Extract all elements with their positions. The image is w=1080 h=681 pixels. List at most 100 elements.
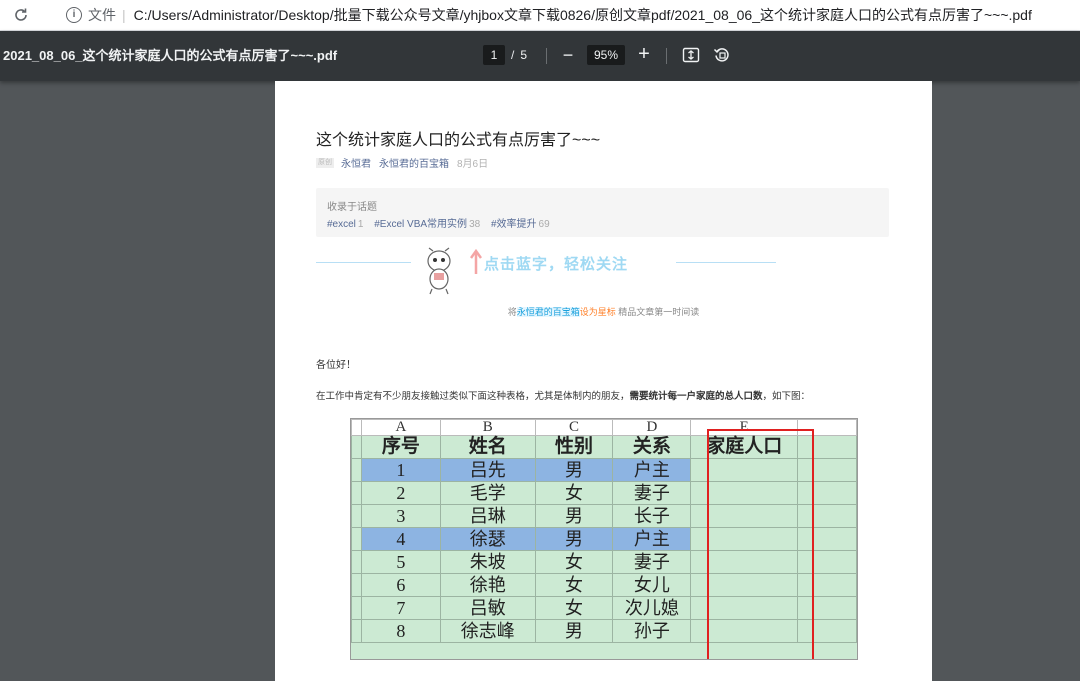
row-gutter: [351, 596, 362, 620]
cell-name: 徐瑟: [439, 527, 536, 551]
author-link[interactable]: 永恒君: [341, 155, 371, 170]
cell-rel: 次儿媳: [612, 596, 692, 620]
cell-rel: 户主: [612, 527, 692, 551]
header-cell: 序号: [360, 435, 441, 459]
column-letter: C: [534, 419, 614, 436]
url-field[interactable]: C:/Users/Administrator/Desktop/批量下载公众号文章…: [134, 5, 1032, 25]
cell-rel: 户主: [612, 458, 692, 482]
topics-box: 收录于话题 #excel 1 #Excel VBA常用实例 38 #效率提升 69: [316, 188, 889, 237]
zoom-out-button[interactable]: −: [558, 44, 578, 66]
mascot-icon: [422, 247, 456, 295]
original-badge: 原创: [316, 157, 334, 168]
topic-count: 38: [469, 219, 481, 230]
publish-date: 8月6日: [457, 159, 489, 170]
article-meta: 原创 永恒君 永恒君的百宝箱 8月6日: [316, 155, 488, 170]
topic-count: 69: [538, 219, 550, 230]
cell-rel: 女儿: [612, 573, 692, 597]
fit-to-page-icon[interactable]: [682, 46, 700, 64]
cell-no: 1: [360, 458, 441, 482]
cell-sex: 男: [534, 504, 614, 528]
para-normal: 在工作中肯定有不少朋友接触过类似下面这种表格，尤其是体制内的朋友，: [316, 392, 630, 402]
info-icon[interactable]: i: [66, 7, 82, 23]
cell-sex: 男: [534, 527, 614, 551]
star-hint: 将永恒君的百宝箱设为星标 精品文章第一时间读: [275, 305, 932, 318]
column-letter: D: [612, 419, 692, 436]
cell-rel: 妻子: [612, 481, 692, 505]
toolbar-divider: [546, 48, 547, 64]
cell-no: 5: [360, 550, 441, 574]
cell-sex: 男: [534, 458, 614, 482]
cell-sex: 女: [534, 550, 614, 574]
row-gutter: [351, 481, 362, 505]
cell-no: 2: [360, 481, 441, 505]
arrow-up-icon: [469, 248, 483, 275]
page-total: 5: [520, 48, 528, 62]
topic-tag[interactable]: #Excel VBA常用实例: [374, 219, 467, 230]
row-gutter: [351, 619, 362, 643]
topic-tag[interactable]: #效率提升: [491, 219, 537, 230]
cell-sex: 男: [534, 619, 614, 643]
account-link[interactable]: 永恒君的百宝箱: [379, 155, 449, 170]
star-account: 永恒君的百宝箱: [516, 307, 580, 317]
cell-rel: 妻子: [612, 550, 692, 574]
cell-name: 毛学: [439, 481, 536, 505]
pdf-toolbar: 2021_08_06_这个统计家庭人口的公式有点厉害了~~~.pdf 1 / 5…: [0, 31, 1080, 81]
cell-name: 吕敏: [439, 596, 536, 620]
header-cell: 姓名: [439, 435, 536, 459]
address-bar: i 文件 | C:/Users/Administrator/Desktop/批量…: [0, 0, 1080, 31]
topics-heading: 收录于话题: [327, 202, 377, 213]
topics-list: #excel 1 #Excel VBA常用实例 38 #效率提升 69: [327, 215, 558, 230]
para-end: ，如下图：: [762, 392, 811, 402]
cell-no: 7: [360, 596, 441, 620]
divider-line: [316, 262, 411, 263]
cell-sex: 女: [534, 596, 614, 620]
corner-cell: [351, 419, 362, 436]
follow-banner: 点击蓝字，轻松关注: [316, 241, 889, 301]
cell-no: 4: [360, 527, 441, 551]
highlight-box: [707, 429, 814, 659]
spreadsheet-image: A B C D E 序号 姓名 性别 关系 家庭人口 1 吕先 男 户主 2 毛…: [350, 418, 858, 660]
star-action: 设为星标: [579, 307, 616, 317]
topic-count: 1: [357, 219, 364, 230]
cell-rel: 长子: [612, 504, 692, 528]
para-bold: 需要统计每一户家庭的总人口数: [629, 392, 763, 402]
cell-sex: 女: [534, 573, 614, 597]
cell-rel: 孙子: [612, 619, 692, 643]
star-prefix: 将: [507, 307, 517, 317]
cell-no: 3: [360, 504, 441, 528]
zoom-level-input[interactable]: 95%: [587, 45, 625, 65]
page-control: 1 / 5: [483, 45, 527, 65]
cell-name: 朱坡: [439, 550, 536, 574]
scheme-separator: |: [122, 7, 126, 23]
cell-name: 徐志峰: [439, 619, 536, 643]
zoom-in-button[interactable]: +: [634, 43, 654, 65]
cell-name: 徐艳: [439, 573, 536, 597]
star-suffix: 精品文章第一时间读: [615, 307, 700, 317]
intro-paragraph: 在工作中肯定有不少朋友接触过类似下面这种表格，尤其是体制内的朋友，需要统计每一户…: [316, 388, 810, 402]
row-gutter: [351, 550, 362, 574]
pdf-title: 2021_08_06_这个统计家庭人口的公式有点厉害了~~~.pdf: [3, 48, 338, 63]
row-gutter: [351, 458, 362, 482]
cell-name: 吕先: [439, 458, 536, 482]
header-cell: 性别: [534, 435, 614, 459]
page-number-input[interactable]: 1: [483, 45, 505, 65]
row-gutter: [351, 504, 362, 528]
topic-tag[interactable]: #excel: [327, 219, 356, 230]
row-gutter: [351, 435, 362, 459]
greeting-text: 各位好！: [316, 360, 356, 371]
column-letter: A: [360, 419, 441, 436]
divider-line: [676, 262, 776, 263]
column-letter: B: [439, 419, 536, 436]
cell-no: 8: [360, 619, 441, 643]
rotate-icon[interactable]: [713, 46, 731, 64]
reload-icon[interactable]: [12, 6, 30, 24]
header-cell: 关系: [612, 435, 692, 459]
page-separator: /: [511, 48, 515, 62]
scheme-label: 文件: [88, 7, 116, 23]
cell-name: 吕琳: [439, 504, 536, 528]
row-gutter: [351, 573, 362, 597]
cell-sex: 女: [534, 481, 614, 505]
toolbar-divider: [666, 48, 667, 64]
article-title: 这个统计家庭人口的公式有点厉害了~~~: [316, 132, 601, 149]
row-gutter: [351, 527, 362, 551]
